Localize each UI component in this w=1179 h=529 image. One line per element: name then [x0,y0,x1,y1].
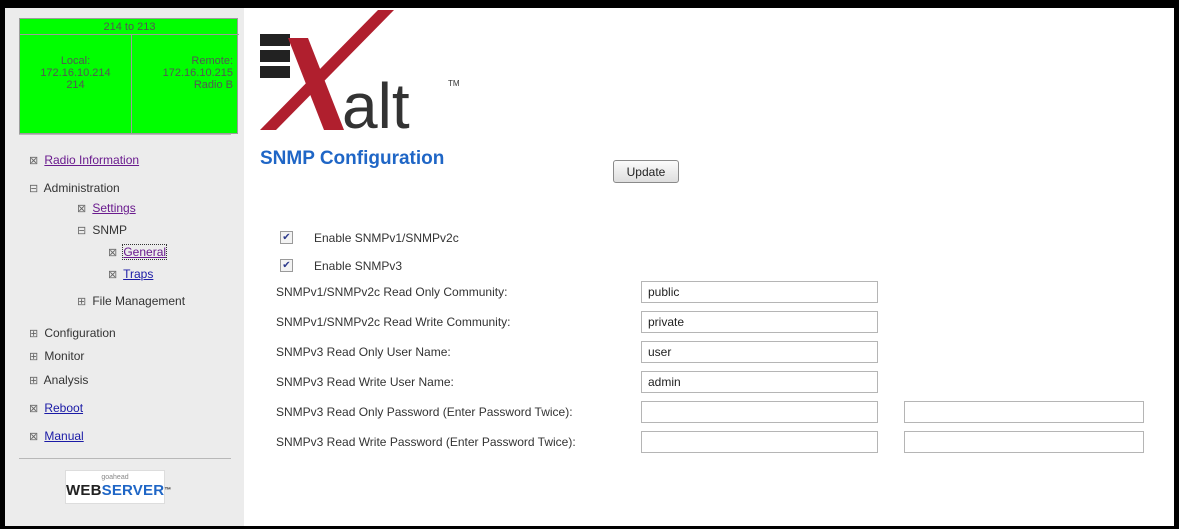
rw-username-label: SNMPv3 Read Write User Name: [276,375,454,389]
sidebar-item-analysis[interactable]: ⊞ Analysis [29,373,88,388]
leaf-node-icon: ⊠ [29,403,39,415]
settings-link[interactable]: Settings [92,201,135,215]
leaf-node-icon: ⊠ [108,269,118,281]
ro-username-label: SNMPv3 Read Only User Name: [276,345,451,359]
rw-community-label: SNMPv1/SNMPv2c Read Write Community: [276,315,511,329]
logo-trademark: TM [448,79,460,88]
rw-community-row: SNMPv1/SNMPv2c Read Write Community: [276,311,1156,335]
sidebar: 214 to 213 Local: 172.16.10.214 214 Remo… [5,8,244,526]
rw-password-confirm-input[interactable] [904,431,1144,453]
remote-name: Radio B [193,79,233,91]
collapse-icon[interactable]: ⊟ [77,224,89,238]
ro-username-row: SNMPv3 Read Only User Name: [276,341,1156,365]
manual-link[interactable]: Manual [44,429,83,443]
rw-username-row: SNMPv3 Read Write User Name: [276,371,1156,395]
local-radio-info: Local: 172.16.10.214 214 [20,35,132,134]
sidebar-item-traps[interactable]: ⊠ Traps [108,267,153,282]
remote-ip: 172.16.10.215 [162,67,233,79]
link-status-panel: 214 to 213 Local: 172.16.10.214 214 Remo… [19,18,239,134]
local-ip: 172.16.10.214 [40,67,111,79]
collapse-icon[interactable]: ⊟ [29,182,41,196]
general-link[interactable]: General [122,244,168,260]
leaf-node-icon: ⊠ [108,247,118,259]
local-name: 214 [66,79,85,91]
rw-community-input[interactable] [641,311,878,333]
administration-label[interactable]: Administration [44,181,120,195]
sidebar-item-radio-information[interactable]: ⊠ Radio Information [29,153,139,168]
leaf-node-icon: ⊠ [29,155,39,167]
radio-information-link[interactable]: Radio Information [44,153,139,167]
webserver-logo-text: WEBSERVER™ [66,482,172,499]
sidebar-item-settings[interactable]: ⊠ Settings [77,201,136,216]
expand-icon[interactable]: ⊞ [29,374,41,388]
expand-icon[interactable]: ⊞ [29,350,41,364]
ro-community-label: SNMPv1/SNMPv2c Read Only Community: [276,285,508,299]
sidebar-item-general[interactable]: ⊠ General [108,244,168,260]
sidebar-item-manual[interactable]: ⊠ Manual [29,429,84,444]
update-button[interactable]: Update [613,160,679,183]
expand-icon[interactable]: ⊞ [77,295,89,309]
remote-label: Remote: [191,55,233,67]
sidebar-divider [19,458,231,459]
analysis-label[interactable]: Analysis [44,373,89,387]
ro-password-input[interactable] [641,401,878,423]
ro-username-input[interactable] [641,341,878,363]
ro-community-row: SNMPv1/SNMPv2c Read Only Community: [276,281,1156,305]
sidebar-item-configuration[interactable]: ⊞ Configuration [29,326,116,341]
ro-password-confirm-input[interactable] [904,401,1144,423]
rw-password-row: SNMPv3 Read Write Password (Enter Passwo… [276,431,1156,455]
leaf-node-icon: ⊠ [29,431,39,443]
local-label: Local: [60,55,91,67]
ro-password-row: SNMPv3 Read Only Password (Enter Passwor… [276,401,1156,425]
enable-snmpv1-v2c-checkbox[interactable]: ✔ [280,231,293,244]
logo-wordmark: alt [342,70,410,136]
leaf-node-icon: ⊠ [77,203,87,215]
file-management-label[interactable]: File Management [92,294,185,308]
traps-link[interactable]: Traps [123,267,153,281]
rw-password-input[interactable] [641,431,878,453]
sidebar-divider [19,134,231,135]
enable-snmpv1-v2c-label: Enable SNMPv1/SNMPv2c [314,231,459,245]
link-status-title: 214 to 213 [20,19,239,35]
rw-username-input[interactable] [641,371,878,393]
sidebar-item-administration[interactable]: ⊟ Administration [29,181,120,196]
ro-password-label: SNMPv3 Read Only Password (Enter Passwor… [276,405,573,419]
sidebar-item-reboot[interactable]: ⊠ Reboot [29,401,83,416]
monitor-label[interactable]: Monitor [44,349,84,363]
configuration-label[interactable]: Configuration [44,326,115,340]
expand-icon[interactable]: ⊞ [29,327,41,341]
sidebar-item-snmp[interactable]: ⊟ SNMP [77,223,127,238]
rw-password-label: SNMPv3 Read Write Password (Enter Passwo… [276,435,576,449]
goahead-webserver-logo: goahead WEBSERVER™ [65,470,172,504]
snmp-label[interactable]: SNMP [92,223,127,237]
enable-snmpv3-label: Enable SNMPv3 [314,259,403,273]
exalt-logo: alt TM [260,10,460,136]
sidebar-item-monitor[interactable]: ⊞ Monitor [29,349,84,364]
webserver-logo-small-text: goahead [101,474,129,481]
reboot-link[interactable]: Reboot [44,401,83,415]
enable-snmpv3-checkbox[interactable]: ✔ [280,259,293,272]
ro-community-input[interactable] [641,281,878,303]
sidebar-item-file-management[interactable]: ⊞ File Management [77,294,185,309]
remote-radio-info: Remote: 172.16.10.215 Radio B [132,35,239,134]
page-title: SNMP Configuration [260,148,445,169]
